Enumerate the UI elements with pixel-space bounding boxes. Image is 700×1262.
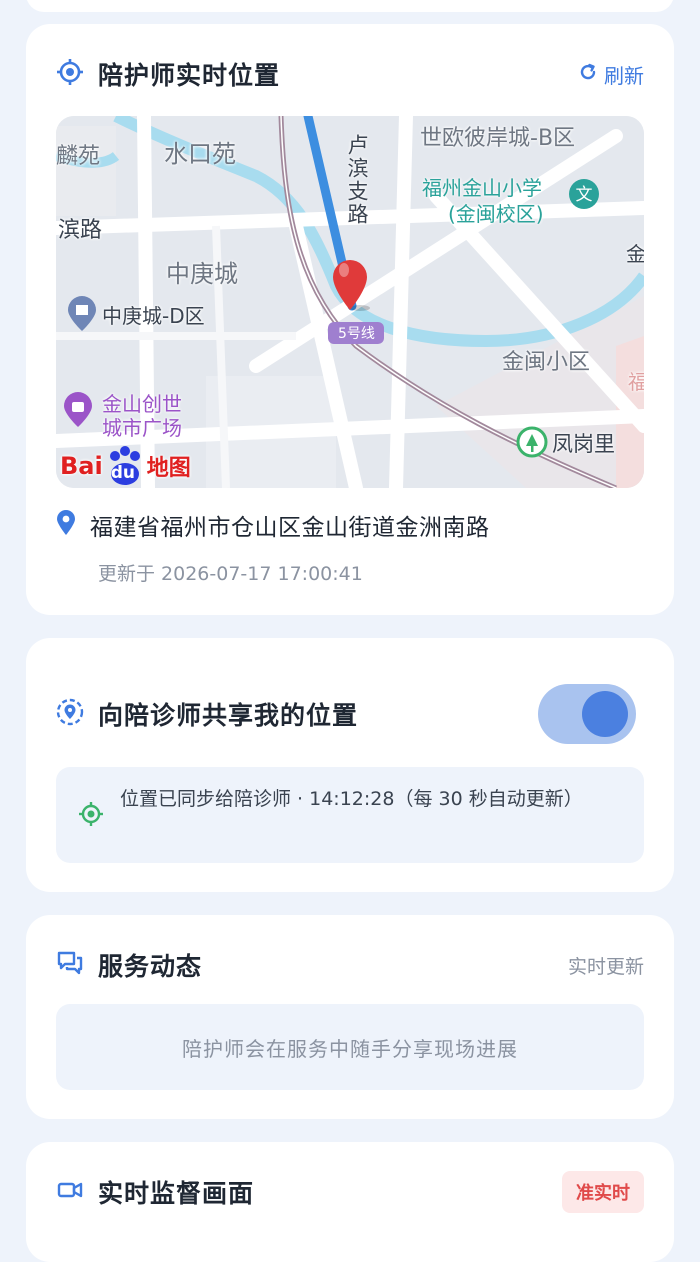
map-label-mall-2: 城市广场	[102, 416, 182, 440]
map-label-fenggangli: 凤岗里	[552, 432, 615, 456]
map-label-school-2: (金闽校区)	[448, 202, 544, 226]
map-label-school-1: 福州金山小学	[422, 176, 542, 200]
monitor-card-title: 实时监督画面	[98, 1179, 255, 1208]
share-location-toggle[interactable]	[538, 684, 636, 744]
share-card-header: 向陪诊师共享我的位置	[56, 694, 358, 734]
map-label-edge-jin: 金	[626, 242, 644, 266]
address-text: 福建省福州市仓山区金山街道金洲南路	[90, 515, 490, 541]
map-pin-icon	[56, 510, 76, 540]
baidu-paw-icon: du	[105, 446, 145, 486]
updated-timestamp: 更新于 2026-07-17 17:00:41	[98, 563, 363, 585]
map-label-zhonggeng-d: 中庚城-D区	[102, 304, 205, 328]
refresh-label: 刷新	[604, 63, 644, 88]
service-empty-state: 陪护师会在服务中随手分享现场进展	[56, 1004, 644, 1090]
svg-text:文: 文	[576, 185, 593, 205]
sync-notice: 位置已同步给陪诊师 · 14:12:28（每 30 秒自动更新）	[56, 767, 644, 863]
map-label-edge-fu: 福	[628, 370, 644, 394]
location-card-header: 陪护师实时位置 刷新	[56, 54, 644, 94]
address-row: 福建省福州市仓山区金山街道金洲南路	[56, 508, 490, 542]
location-card: 陪护师实时位置 刷新 水口苑 麟苑 滨路 世欧彼岸城-B区 福州金山小学 (金闽…	[26, 24, 674, 615]
monitor-card: 实时监督画面 准实时	[26, 1142, 674, 1262]
service-status-text: 实时更新	[567, 955, 644, 978]
monitor-card-header: 实时监督画面 准实时	[56, 1171, 644, 1213]
share-location-icon	[56, 698, 84, 730]
map-label-luzhi-road: 卢滨支路	[345, 134, 369, 226]
map-label-shiou: 世欧彼岸城-B区	[420, 126, 576, 151]
map-label-binlu: 滨路	[58, 218, 103, 243]
map-view[interactable]: 水口苑 麟苑 滨路 世欧彼岸城-B区 福州金山小学 (金闽校区) 文 卢滨支路 …	[56, 116, 644, 488]
map-label-jinmin: 金闽小区	[502, 350, 591, 375]
map-label-zhonggengcheng: 中庚城	[166, 260, 238, 288]
previous-card-edge	[26, 0, 674, 12]
baidu-map-logo: Bai du 地图	[60, 446, 191, 486]
service-card-header: 服务动态 实时更新	[56, 945, 644, 985]
service-activity-card: 服务动态 实时更新 陪护师会在服务中随手分享现场进展	[26, 915, 674, 1119]
refresh-icon	[578, 62, 598, 87]
location-card-title: 陪护师实时位置	[98, 61, 281, 90]
gps-synced-icon	[78, 801, 104, 831]
near-realtime-badge: 准实时	[562, 1171, 644, 1213]
share-card-title: 向陪诊师共享我的位置	[98, 701, 359, 730]
service-card-title: 服务动态	[98, 952, 203, 981]
sync-notice-text: 位置已同步给陪诊师 · 14:12:28（每 30 秒自动更新）	[120, 788, 583, 810]
map-label-shuikouyuan: 水口苑	[164, 140, 236, 168]
metro-line-5-label: 5号线	[338, 326, 375, 342]
share-location-card: 向陪诊师共享我的位置 位置已同步给陪诊师 · 14:12:28（每 30 秒自动…	[26, 638, 674, 892]
crosshair-icon	[56, 58, 84, 90]
video-camera-icon	[56, 1176, 84, 1208]
chat-bubbles-icon	[56, 949, 84, 981]
map-label-linyuan: 麟苑	[56, 144, 101, 169]
refresh-button[interactable]: 刷新	[578, 60, 644, 89]
toggle-knob	[582, 691, 628, 737]
